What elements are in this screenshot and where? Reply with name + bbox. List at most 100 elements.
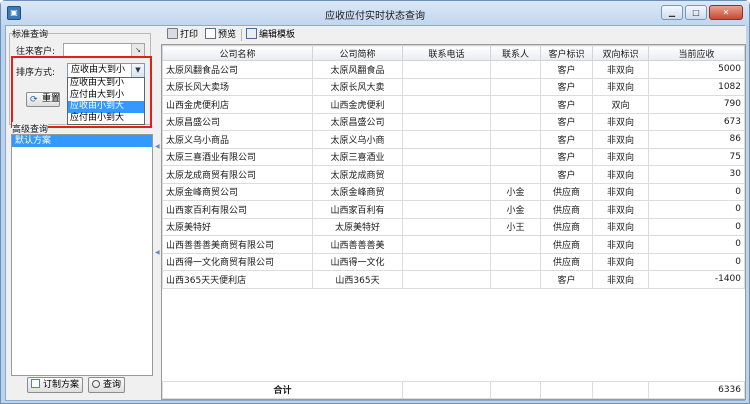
table-cell: 非双向	[592, 200, 649, 219]
table-row[interactable]: 太原风翻食品公司 太原风翻食品 客户 非双向 5000	[162, 60, 745, 79]
table-cell	[402, 77, 491, 96]
custom-scheme-label: 订制方案	[43, 380, 80, 390]
table-row[interactable]: 太原龙成商贸有限公司 太原龙成商贸 客户 非双向 30	[162, 165, 745, 184]
table-cell: 非双向	[592, 77, 649, 96]
table-cell: 供应商	[540, 235, 593, 254]
table-cell: 1082	[648, 77, 745, 96]
table-cell: 山西365天	[312, 270, 403, 289]
table-cell: 非双向	[592, 270, 649, 289]
table-cell: 太原昌盛公司	[162, 112, 313, 131]
table-cell	[402, 217, 491, 236]
table-row[interactable]: 山西善善善美商贸有限公司 山西善善善美 供应商 非双向 0	[162, 235, 745, 254]
table-cell: 太原义乌小商	[312, 130, 403, 149]
table-cell	[402, 130, 491, 149]
table-cell: 30	[648, 165, 745, 184]
table-cell	[490, 252, 541, 271]
table-cell: 双向	[592, 95, 649, 114]
table-cell: 山西得一文化商贸有限公司	[162, 252, 313, 271]
table-cell: 非双向	[592, 182, 649, 201]
table-cell: 客户	[540, 60, 593, 79]
table-cell: 客户	[540, 270, 593, 289]
close-icon[interactable]: ✕	[709, 5, 743, 20]
app-window: ▣ 应收应付实时状态查询 ▁ □ ✕ 标准查询 往来客户: ↘ 排序方式: 应收…	[0, 0, 750, 404]
table-cell: 75	[648, 147, 745, 166]
total-cell	[592, 380, 649, 399]
table-cell: 客户	[540, 130, 593, 149]
total-label: 合计	[162, 380, 403, 399]
query-label: 查询	[103, 380, 122, 390]
window-title: 应收应付实时状态查询	[325, 11, 425, 22]
table-cell: 山西家百利有限公司	[162, 200, 313, 219]
column-header[interactable]: 联系人	[490, 45, 541, 61]
column-header[interactable]: 双向标识	[592, 45, 649, 61]
table-row[interactable]: 太原金峰商贸公司 太原金峰商贸 小金 供应商 非双向 0	[162, 182, 745, 201]
table-cell: 非双向	[592, 252, 649, 271]
table-cell: 非双向	[592, 217, 649, 236]
preview-icon	[205, 28, 216, 39]
column-header[interactable]: 客户标识	[540, 45, 593, 61]
table-cell: 供应商	[540, 182, 593, 201]
table-cell: 太原长风大卖场	[162, 77, 313, 96]
preview-button[interactable]: 预览	[205, 28, 236, 42]
table-cell: 非双向	[592, 130, 649, 149]
table-row[interactable]: 太原昌盛公司 太原昌盛公司 客户 非双向 673	[162, 112, 745, 131]
table-row[interactable]: 太原长风大卖场 太原长风大卖 客户 非双向 1082	[162, 77, 745, 96]
query-panel: 标准查询 往来客户: ↘ 排序方式: 应收由大到小 ▼ ⟳ 重置 应收由大到小 应…	[6, 26, 156, 400]
custom-scheme-button[interactable]: 订制方案	[27, 377, 84, 393]
table-row[interactable]: 太原义乌小商品 太原义乌小商 客户 非双向 86	[162, 130, 745, 149]
table-row[interactable]: 太原三喜酒业有限公司 太原三喜酒业 客户 非双向 75	[162, 147, 745, 166]
table-cell: 太原风翻食品	[312, 60, 403, 79]
table-cell	[490, 95, 541, 114]
template-icon	[246, 28, 257, 39]
table-cell: 小王	[490, 217, 541, 236]
total-cell	[540, 380, 593, 399]
table-cell	[402, 252, 491, 271]
table-cell: 山西金虎便利	[312, 95, 403, 114]
table-cell: -1400	[648, 270, 745, 289]
table-row[interactable]: 山西家百利有限公司 山西家百利有 小金 供应商 非双向 0	[162, 200, 745, 219]
table-cell	[490, 77, 541, 96]
total-row: 合计 6336	[162, 380, 745, 399]
table-cell: 小金	[490, 200, 541, 219]
table-cell: 非双向	[592, 165, 649, 184]
minimize-icon[interactable]: ▁	[661, 5, 683, 20]
column-header[interactable]: 公司名称	[162, 45, 313, 61]
scheme-item-default[interactable]: 默认方案	[12, 135, 152, 147]
table-cell	[490, 165, 541, 184]
maximize-icon[interactable]: □	[685, 5, 707, 20]
table-cell: 太原金峰商贸	[312, 182, 403, 201]
table-cell: 790	[648, 95, 745, 114]
table-cell	[402, 112, 491, 131]
report-grid[interactable]: 公司名称 公司简称 联系电话 联系人 客户标识 双向标识 当前应收 太原风翻食品…	[161, 44, 746, 400]
table-cell: 客户	[540, 77, 593, 96]
query-button[interactable]: 查询	[88, 377, 126, 393]
table-row[interactable]: 山西得一文化商贸有限公司 山西得一文化 供应商 非双向 0	[162, 252, 745, 271]
report-table: 公司名称 公司简称 联系电话 联系人 客户标识 双向标识 当前应收 太原风翻食品…	[162, 45, 745, 289]
table-cell: 山西家百利有	[312, 200, 403, 219]
table-cell: 非双向	[592, 60, 649, 79]
print-button[interactable]: 打印	[167, 28, 198, 42]
scheme-list: 默认方案	[11, 134, 153, 376]
table-cell: 客户	[540, 95, 593, 114]
table-cell	[402, 182, 491, 201]
column-header[interactable]: 公司简称	[312, 45, 403, 61]
edit-template-button[interactable]: 编辑模板	[246, 28, 295, 42]
table-cell: 太原昌盛公司	[312, 112, 403, 131]
table-cell: 0	[648, 235, 745, 254]
table-cell: 山西365天天便利店	[162, 270, 313, 289]
table-cell: 太原三喜酒业有限公司	[162, 147, 313, 166]
table-row[interactable]: 山西金虎便利店 山西金虎便利 客户 双向 790	[162, 95, 745, 114]
title-bar[interactable]: ▣ 应收应付实时状态查询 ▁ □ ✕	[1, 1, 749, 25]
table-cell: 客户	[540, 147, 593, 166]
table-cell: 供应商	[540, 200, 593, 219]
table-cell	[490, 235, 541, 254]
column-header[interactable]: 联系电话	[402, 45, 491, 61]
table-cell: 供应商	[540, 252, 593, 271]
table-cell	[402, 165, 491, 184]
total-cell	[402, 380, 491, 399]
table-row[interactable]: 太原美特好 太原美特好 小王 供应商 非双向 0	[162, 217, 745, 236]
column-header[interactable]: 当前应收	[648, 45, 745, 61]
table-cell: 非双向	[592, 147, 649, 166]
table-row[interactable]: 山西365天天便利店 山西365天 客户 非双向 -1400	[162, 270, 745, 289]
standard-query-title: 标准查询	[12, 30, 49, 40]
